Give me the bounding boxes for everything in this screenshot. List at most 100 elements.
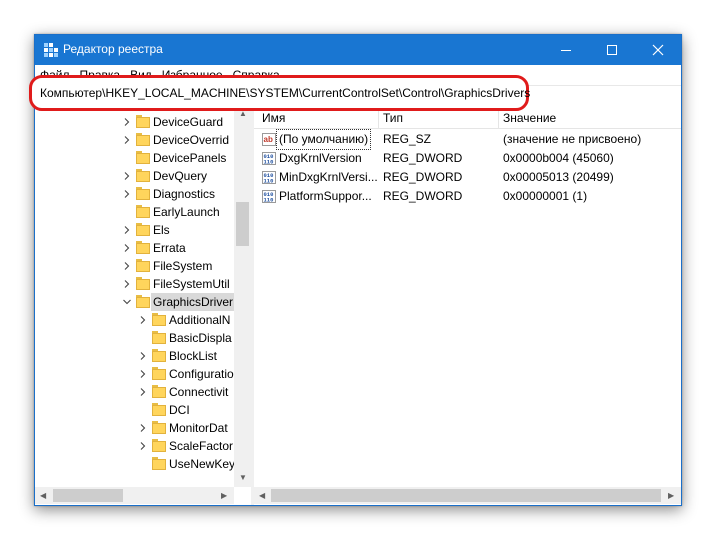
- tree-item[interactable]: UseNewKey: [139, 455, 235, 473]
- chevron-right-icon[interactable]: [123, 172, 131, 180]
- tree-scroll-thumb[interactable]: [236, 202, 249, 246]
- tree-item[interactable]: DevicePanels: [123, 149, 235, 167]
- tree-item[interactable]: AdditionalN: [139, 311, 235, 329]
- column-header-name[interactable]: Имя: [262, 111, 285, 125]
- chevron-right-icon[interactable]: [139, 370, 147, 378]
- scroll-up-icon[interactable]: ▲: [239, 110, 247, 118]
- close-button[interactable]: [635, 35, 681, 65]
- value-type: REG_DWORD: [383, 170, 463, 184]
- tree-hscroll-thumb[interactable]: [53, 489, 123, 502]
- chevron-right-icon[interactable]: [123, 262, 131, 270]
- values-list[interactable]: Имя Тип Значение ab (По умолчанию) REG_SZ (…: [254, 106, 681, 487]
- scroll-left-icon[interactable]: ◀: [259, 492, 265, 500]
- chevron-right-icon[interactable]: [139, 388, 147, 396]
- value-row[interactable]: 010 110 DxgKrnlVersion REG_DWORD 0x0000b004 …: [254, 149, 681, 168]
- tree-item[interactable]: Connectivit: [139, 383, 235, 401]
- value-type: REG_DWORD: [383, 151, 463, 165]
- tree-item[interactable]: BlockList: [139, 347, 235, 365]
- tree-item-label: FileSystemUtil: [153, 277, 230, 291]
- folder-icon: [136, 169, 150, 182]
- column-header-type[interactable]: Тип: [383, 111, 403, 125]
- chevron-right-icon[interactable]: [123, 190, 131, 198]
- value-row[interactable]: ab (По умолчанию) REG_SZ (значение не присв…: [254, 129, 681, 150]
- binary-value-icon: 010110: [262, 190, 276, 203]
- tree-item[interactable]: Diagnostics: [123, 185, 235, 203]
- folder-icon: [136, 259, 150, 272]
- tree-item-label: Configuratio: [169, 367, 234, 381]
- tree-item[interactable]: DeviceGuard: [123, 113, 235, 131]
- folder-icon: [136, 115, 150, 128]
- tree-item[interactable]: DeviceOverrid: [123, 131, 235, 149]
- scroll-left-icon[interactable]: ◀: [40, 492, 46, 500]
- chevron-right-icon[interactable]: [123, 244, 131, 252]
- chevron-right-icon[interactable]: [139, 316, 147, 324]
- tree-item-label: MonitorDat: [169, 421, 228, 435]
- tree-item-label: BasicDispla: [169, 331, 232, 345]
- tree-item-label: ScaleFactor: [169, 439, 234, 453]
- chevron-right-icon[interactable]: [139, 352, 147, 360]
- scroll-down-icon[interactable]: ▼: [239, 474, 247, 482]
- close-icon: [652, 44, 664, 56]
- address-path[interactable]: Компьютер\HKEY_LOCAL_MACHINE\SYSTEM\Curr…: [40, 86, 530, 100]
- svg-text:110: 110: [264, 159, 274, 166]
- tree-item-label: BlockList: [169, 349, 218, 363]
- minimize-button[interactable]: [543, 35, 589, 65]
- tree-item[interactable]: BasicDispla: [139, 329, 235, 347]
- tree-item-label: AdditionalN: [169, 313, 231, 327]
- svg-text:110: 110: [264, 178, 274, 185]
- folder-icon: [136, 241, 150, 254]
- list-horizontal-scrollbar[interactable]: ◀ ▶: [254, 487, 681, 504]
- chevron-right-icon[interactable]: [123, 136, 131, 144]
- tree-item[interactable]: MonitorDat: [139, 419, 235, 437]
- chevron-right-icon[interactable]: [123, 226, 131, 234]
- folder-icon: [152, 367, 166, 380]
- tree-item[interactable]: Els: [123, 221, 235, 239]
- folder-icon: [136, 133, 150, 146]
- tree-item[interactable]: ScaleFactor: [139, 437, 235, 455]
- column-header-value[interactable]: Значение: [503, 111, 556, 125]
- folder-icon: [136, 295, 150, 308]
- value-row[interactable]: 010 110 MinDxgKrnlVersi... REG_DWORD 0x00005…: [254, 168, 681, 187]
- svg-text:110: 110: [264, 197, 274, 204]
- chevron-right-icon[interactable]: [139, 442, 147, 450]
- tree-item[interactable]: FileSystem: [123, 257, 235, 275]
- folder-icon: [152, 439, 166, 452]
- value-value: 0x0000b004 (45060): [503, 151, 614, 165]
- tree-item[interactable]: FileSystemUtil: [123, 275, 235, 293]
- tree-item-label: DeviceGuard: [153, 115, 224, 129]
- value-name: DxgKrnlVersion: [279, 151, 362, 165]
- tree-item-label: Connectivit: [169, 385, 229, 399]
- tree-item[interactable]: GraphicsDriver: [123, 293, 236, 311]
- chevron-right-icon[interactable]: [123, 118, 131, 126]
- value-type: REG_DWORD: [383, 189, 463, 203]
- tree-item-label: DCI: [169, 403, 190, 417]
- tree-vertical-scrollbar[interactable]: ▲ ▼: [234, 106, 251, 487]
- tree-horizontal-scrollbar[interactable]: ◀ ▶: [35, 487, 234, 504]
- value-row[interactable]: 010 110 PlatformSuppor... REG_DWORD 0x000000…: [254, 187, 681, 206]
- chevron-down-icon[interactable]: [123, 298, 131, 306]
- tree-item[interactable]: Configuratio: [139, 365, 235, 383]
- tree-item[interactable]: DevQuery: [123, 167, 235, 185]
- folder-icon: [136, 205, 150, 218]
- tree-item-label: UseNewKey: [169, 457, 236, 471]
- tree-item-label: Els: [153, 223, 170, 237]
- binary-value-icon: 010110: [262, 152, 276, 165]
- folder-icon: [152, 385, 166, 398]
- tree-item[interactable]: EarlyLaunch: [123, 203, 235, 221]
- maximize-button[interactable]: [589, 35, 635, 65]
- scroll-right-icon[interactable]: ▶: [221, 492, 227, 500]
- tree-item[interactable]: DCI: [139, 401, 235, 419]
- folder-icon: [152, 349, 166, 362]
- chevron-right-icon[interactable]: [139, 424, 147, 432]
- folder-icon: [152, 331, 166, 344]
- window-title: Редактор реестра: [63, 42, 163, 56]
- maximize-icon: [607, 45, 617, 55]
- tree-item-label: EarlyLaunch: [153, 205, 220, 219]
- chevron-right-icon[interactable]: [123, 280, 131, 288]
- folder-icon: [136, 223, 150, 236]
- list-hscroll-thumb[interactable]: [271, 489, 661, 502]
- key-tree[interactable]: DeviceContairDeviceGuardDeviceOverridDev…: [35, 106, 251, 487]
- tree-item[interactable]: Errata: [123, 239, 235, 257]
- title-bar[interactable]: Редактор реестра: [35, 35, 681, 65]
- scroll-right-icon[interactable]: ▶: [668, 492, 674, 500]
